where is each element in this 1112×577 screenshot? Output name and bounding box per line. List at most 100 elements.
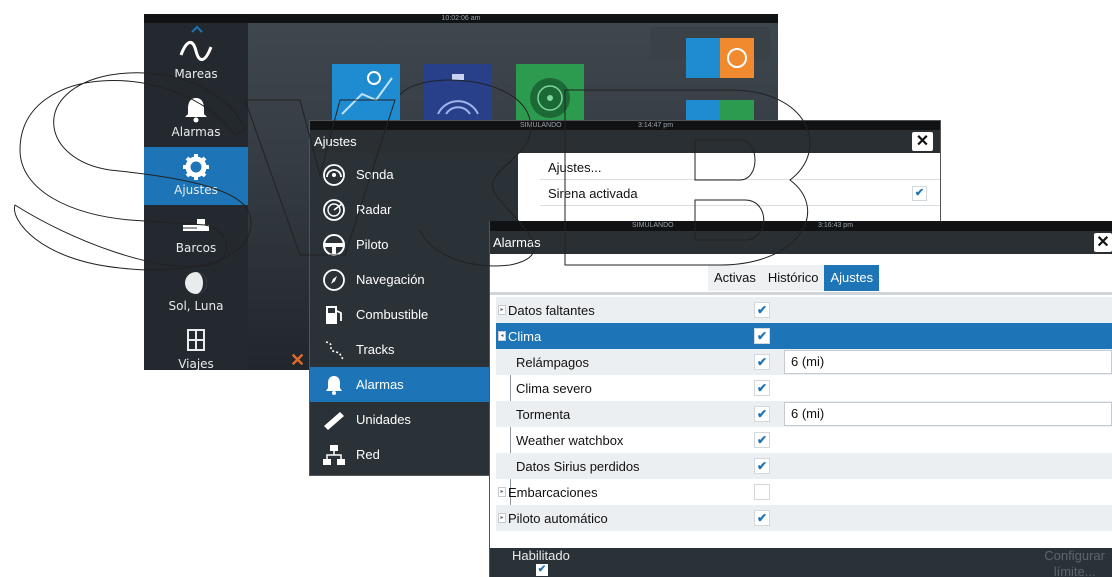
- alarm-row-datos-sirius[interactable]: Datos Sirius perdidos ✔: [496, 453, 1112, 479]
- status-mode: SIMULANDO: [632, 222, 674, 229]
- expand-icon[interactable]: ▸: [498, 513, 506, 523]
- alarm-row-label: Datos Sirius perdidos: [516, 459, 640, 474]
- tab-ajustes[interactable]: Ajustes: [824, 265, 880, 291]
- alarm-row-piloto-automatico[interactable]: ▸ Piloto automático ✔: [496, 505, 1112, 531]
- menu-item-piloto[interactable]: Piloto: [310, 227, 518, 262]
- sidebar-item-viajes[interactable]: Viajes: [144, 321, 248, 370]
- sonar-icon: [323, 164, 345, 186]
- menu-item-combustible[interactable]: Combustible: [310, 297, 518, 332]
- ruler-icon: [324, 412, 344, 430]
- alarm-checkbox[interactable]: ✔: [754, 302, 770, 318]
- tab-activas[interactable]: Activas: [708, 265, 762, 291]
- tab-historico[interactable]: Histórico: [761, 265, 825, 291]
- bottom-bar: Habilitado ✔ Configurar límite...: [490, 548, 1112, 577]
- alarm-checkbox[interactable]: ✔: [754, 406, 770, 422]
- status-mode: SIMULANDO: [520, 122, 562, 129]
- menu-item-label: Radar: [356, 202, 392, 217]
- moon-icon: [185, 272, 207, 294]
- menu-item-label: Sonda: [356, 167, 394, 182]
- tabs-divider: [490, 292, 1112, 295]
- sidebar-item-label: Viajes: [178, 357, 214, 370]
- sidebar-item-sol-luna[interactable]: Sol, Luna: [144, 263, 248, 321]
- window-title-bar: Ajustes ✕: [310, 130, 940, 153]
- window-title: Ajustes: [314, 134, 357, 149]
- alarm-row-clima[interactable]: ◂ Clima ✔: [496, 323, 1112, 349]
- menu-item-tracks[interactable]: Tracks: [310, 332, 518, 367]
- menu-item-label: Piloto: [356, 237, 389, 252]
- window-title-bar: Alarmas ✕: [490, 231, 1112, 254]
- menu-item-label: Tracks: [356, 342, 395, 357]
- collapse-icon[interactable]: ◂: [498, 331, 506, 341]
- chart-sonar-combo-icon[interactable]: [686, 38, 754, 94]
- sidebar-item-ajustes[interactable]: Ajustes: [144, 147, 248, 205]
- expand-icon[interactable]: ▸: [498, 487, 506, 497]
- alarm-limit-field[interactable]: 6 (mi): [784, 402, 1112, 426]
- sonar-app-icon[interactable]: [424, 64, 492, 120]
- network-icon: [323, 445, 345, 465]
- alarm-row-label: Datos faltantes: [508, 303, 595, 318]
- settings-row-label: Sirena activada: [548, 186, 638, 201]
- alarms-window: SIMULANDO 3:16:43 pm Alarmas ✕ Activas H…: [489, 221, 1112, 577]
- alarm-checkbox[interactable]: ✔: [754, 380, 770, 396]
- alarm-checkbox[interactable]: ✔: [754, 328, 770, 344]
- status-bar: SIMULANDO 3:16:43 pm: [490, 221, 1112, 231]
- alarm-row-clima-severo[interactable]: Clima severo ✔: [496, 375, 1112, 401]
- alarm-row-label: Tormenta: [516, 407, 571, 422]
- configure-label-line1: Configurar: [1044, 548, 1105, 563]
- enabled-label: Habilitado: [512, 548, 570, 563]
- alarm-row-label: Clima severo: [516, 381, 592, 396]
- enabled-checkbox[interactable]: ✔: [536, 564, 548, 576]
- menu-item-label: Unidades: [356, 412, 411, 427]
- settings-row-label: Ajustes...: [548, 160, 602, 175]
- menu-item-navegacion[interactable]: Navegación: [310, 262, 518, 297]
- menu-item-red[interactable]: Red: [310, 437, 518, 472]
- expand-icon[interactable]: ▸: [498, 305, 506, 315]
- alarm-checkbox-unchecked[interactable]: [754, 484, 770, 500]
- alarm-checkbox[interactable]: ✔: [754, 510, 770, 526]
- close-button[interactable]: ✕: [912, 132, 933, 151]
- alarm-row-label: Relámpagos: [516, 355, 589, 370]
- menu-item-unidades[interactable]: Unidades: [310, 402, 518, 437]
- status-bar: 10:02:06 am: [144, 14, 778, 23]
- calculator-icon: [187, 329, 205, 351]
- radar-icon: [323, 199, 345, 221]
- alarms-tabs: Activas Histórico Ajustes: [708, 265, 880, 291]
- alarm-checkbox[interactable]: ✔: [754, 432, 770, 448]
- alarm-row-label: Weather watchbox: [516, 433, 624, 448]
- window-title: Alarmas: [493, 235, 541, 250]
- sidebar-item-barcos[interactable]: Barcos: [144, 205, 248, 263]
- alarm-limit-field[interactable]: 6 (mi): [784, 350, 1112, 374]
- configure-limit-button[interactable]: Configurar límite...: [1044, 548, 1105, 577]
- configure-label-line2: límite...: [1053, 564, 1096, 577]
- menu-item-alarmas[interactable]: Alarmas: [310, 367, 518, 402]
- alarm-row-label: Clima: [508, 329, 542, 344]
- alarm-row-embarcaciones[interactable]: ▸ Embarcaciones: [496, 479, 1112, 505]
- menu-item-label: Navegación: [356, 272, 425, 287]
- radar-app-icon[interactable]: [516, 64, 584, 120]
- chart-app-icon[interactable]: [332, 64, 400, 120]
- close-button[interactable]: ✕: [1094, 233, 1112, 252]
- tracks-icon: [325, 341, 345, 360]
- status-time: 3:16:43 pm: [818, 222, 854, 229]
- sidebar-item-label: Mareas: [174, 67, 218, 81]
- settings-row-sirena[interactable]: Sirena activada ✔: [540, 181, 940, 206]
- alarm-row-label: Piloto automático: [508, 511, 608, 526]
- home-sidebar: Mareas Alarmas Ajustes Barcos Sol, Luna …: [144, 23, 248, 370]
- alarm-row-datos-faltantes[interactable]: ▸ Datos faltantes ✔: [496, 297, 1112, 323]
- sidebar-item-alarmas[interactable]: Alarmas: [144, 89, 248, 147]
- fuel-pump-icon: [326, 306, 342, 324]
- close-icon[interactable]: ✕: [290, 350, 305, 370]
- menu-item-radar[interactable]: Radar: [310, 192, 518, 227]
- alarm-checkbox[interactable]: ✔: [754, 458, 770, 474]
- sidebar-item-mareas[interactable]: Mareas: [144, 31, 248, 89]
- sirena-checkbox[interactable]: ✔: [912, 186, 927, 201]
- status-bar: SIMULANDO 3:14:47 pm: [310, 121, 940, 130]
- wave-icon: [179, 41, 213, 61]
- settings-row-ajustes[interactable]: Ajustes...: [540, 155, 940, 180]
- alarm-row-weather-watchbox[interactable]: Weather watchbox ✔: [496, 427, 1112, 453]
- alarm-checkbox[interactable]: ✔: [754, 354, 770, 370]
- alarm-row-relampagos[interactable]: Relámpagos ✔ 6 (mi): [496, 349, 1112, 375]
- gear-icon: [183, 154, 209, 180]
- menu-item-sonda[interactable]: Sonda: [310, 157, 518, 192]
- alarm-row-tormenta[interactable]: Tormenta ✔ 6 (mi): [496, 401, 1112, 427]
